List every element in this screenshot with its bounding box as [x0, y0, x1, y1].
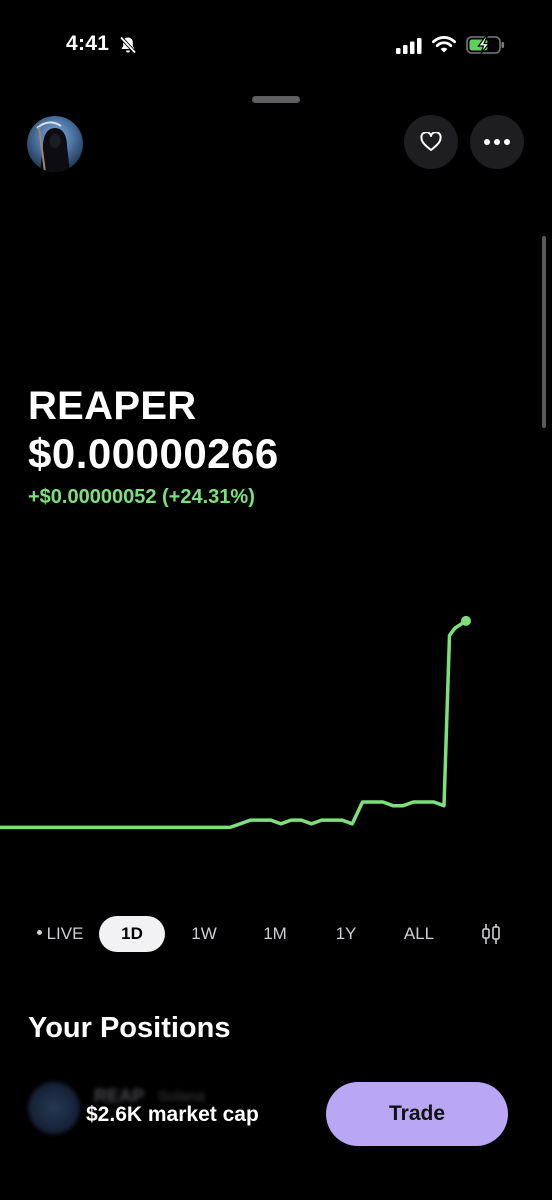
sheet-grabber[interactable] [252, 96, 300, 103]
time-range-selector: LIVE 1D 1W 1M 1Y ALL [0, 916, 552, 954]
position-avatar [28, 1082, 80, 1134]
range-live[interactable]: LIVE [30, 916, 90, 952]
ellipsis-icon [484, 139, 510, 145]
scroll-indicator [542, 236, 546, 428]
price-line [0, 619, 468, 830]
status-time: 4:41 [66, 32, 110, 55]
positions-title: Your Positions [28, 1012, 231, 1044]
range-1m[interactable]: 1M [251, 916, 299, 952]
status-bar: 4:41 [0, 0, 552, 90]
heart-icon [420, 132, 442, 151]
reaper-logo-icon [36, 121, 70, 172]
bottom-trade-bar: REAP Solana $2.6K market cap Trade [0, 1072, 552, 1158]
candlestick-icon [482, 924, 500, 944]
wifi-icon [431, 35, 457, 55]
token-avatar [27, 116, 83, 172]
token-detail-screen: 4:41 REAPER $0.00000266 +$0.00000052 (+2… [0, 0, 552, 1200]
price-change: +$0.00000052 (+24.31%) [28, 486, 255, 508]
token-price: $0.00000266 [28, 430, 279, 477]
market-cap-label: $2.6K market cap [86, 1103, 259, 1126]
favorite-button[interactable] [404, 115, 458, 169]
more-options-button[interactable] [470, 115, 524, 169]
range-all[interactable]: ALL [392, 916, 446, 952]
silent-bell-icon [118, 35, 138, 55]
latest-price-dot [461, 615, 471, 626]
battery-charging-icon [466, 35, 506, 55]
price-chart[interactable] [0, 590, 552, 870]
candlestick-toggle[interactable] [472, 916, 510, 952]
cellular-signal-icon [396, 38, 422, 54]
live-dot-icon [36, 930, 42, 936]
trade-button[interactable]: Trade [326, 1082, 508, 1146]
range-1d[interactable]: 1D [99, 916, 165, 952]
token-name: REAPER [28, 384, 197, 428]
range-1y[interactable]: 1Y [322, 916, 370, 952]
range-1w[interactable]: 1W [180, 916, 228, 952]
